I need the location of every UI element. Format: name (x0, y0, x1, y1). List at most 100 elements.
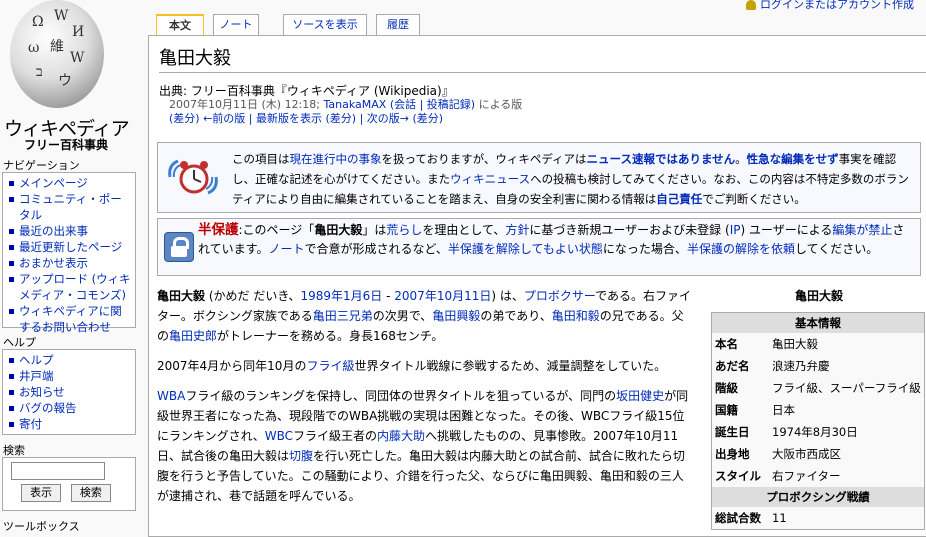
notice-text: に基づき新規ユーザーおよび未登録 ( (529, 223, 730, 237)
kameda-shiro-link[interactable]: 亀田史郎 (169, 329, 217, 343)
sidebar-item-recent-changes[interactable]: 最近更新したページ (7, 239, 131, 255)
infobox-value: 亀田大毅 (772, 337, 818, 351)
infobox-section-header: 基本情報 (712, 313, 924, 333)
puzzle-globe-icon: Ω W И ω 維 W ב ウ (10, 0, 104, 108)
revision-suffix: による版 (478, 98, 523, 111)
help-portlet: ヘルプ 井戸端 お知らせ バグの報告 寄付 (2, 349, 136, 435)
birth-date-link[interactable]: 1989年1月6日 (301, 289, 383, 303)
infobox-key: 本名 (715, 337, 738, 351)
sidebar-item-village-pump[interactable]: 井戸端 (7, 368, 131, 384)
notice-text: でご判断ください。 (702, 192, 806, 206)
protected-page-name: 亀田大毅 (314, 223, 363, 237)
policy-link[interactable]: 方針 (505, 223, 529, 237)
sidebar-item-upload[interactable]: アップロード (ウィキメディア・コモンズ) (7, 271, 131, 303)
weight-class-link[interactable]: フライ級、スーパーフライ級 (772, 377, 924, 399)
infobox-row: 本名 亀田大毅 (712, 333, 924, 355)
sakata-link[interactable]: 坂田健史 (616, 389, 664, 403)
nav-heading: ナビゲーション (3, 159, 80, 172)
seppuku-link[interactable]: 切腹 (289, 449, 313, 463)
infobox-row: 国籍 日本 (712, 399, 924, 421)
nationality-link[interactable]: 日本 (772, 399, 924, 421)
infobox-value: 浪速乃弁慶 (772, 359, 830, 373)
notice-text: になった場合、 (602, 242, 687, 256)
infobox-section-header: プロボクシング戦績 (712, 487, 924, 507)
birthday-link[interactable]: 1974年8月30日 (772, 421, 924, 443)
login-link-text[interactable]: ログインまたはアカウント作成 (760, 0, 914, 11)
death-date-link[interactable]: 2007年10月11日 (394, 289, 491, 303)
body-text: フライ級のランキングを保持し、同団体の世界タイトルを狙っているが、同門の (185, 389, 617, 403)
not-news-link[interactable]: ニュース速報ではありません (587, 152, 736, 166)
revision-nav[interactable]: (差分) ←前の版 | 最新版を表示 (差分) | 次の版→ (差分) (169, 110, 443, 126)
sidebar-item-bug-report[interactable]: バグの報告 (7, 400, 131, 416)
protection-text: 半保護:このページ「亀田大毅」は荒らしを理由として、方針に基づき新規ユーザーおよ… (198, 221, 916, 259)
article-paragraph: WBAフライ級のランキングを保持し、同団体の世界タイトルを狙っているが、同門の坂… (157, 386, 693, 506)
no-hasty-edit-link[interactable]: 性急な編集をせず (747, 152, 839, 166)
nav-portlet: メインページ コミュニティ・ポータル 最近の出来事 最近更新したページ おまかせ… (2, 172, 136, 334)
unprotect-condition-link[interactable]: 半保護を解除してもよい状態 (448, 242, 603, 256)
kameda-brothers-link[interactable]: 亀田三兄弟 (313, 309, 373, 323)
infobox-key: 総試合数 (715, 511, 761, 525)
sidebar-item-donate[interactable]: 寄付 (7, 416, 131, 432)
own-risk-link[interactable]: 自己責任 (656, 192, 702, 206)
lock-icon (164, 232, 194, 262)
edit-ban-link[interactable]: 編集が禁止 (832, 223, 892, 237)
login-link[interactable]: ログインまたはアカウント作成 (746, 0, 914, 12)
notice-text: 」は (362, 223, 387, 237)
body-text: ) は、 (491, 289, 524, 303)
current-event-notice: この項目は現在進行中の事象を扱っておりますが、ウィキペディアはニュース速報ではあ… (157, 142, 921, 213)
current-event-link[interactable]: 現在進行中の事象 (290, 152, 382, 166)
sidebar-item-community[interactable]: コミュニティ・ポータル (7, 191, 131, 223)
tab-article[interactable]: 本文 (156, 14, 204, 35)
user-icon (746, 0, 756, 10)
sidebar-item-random[interactable]: おまかせ表示 (7, 255, 131, 271)
search-heading: 検索 (3, 444, 25, 457)
body-text: - (382, 289, 395, 303)
page-title: 亀田大毅 (159, 48, 231, 69)
tab-history[interactable]: 履歴 (376, 14, 420, 35)
infobox-key: あだ名 (715, 359, 750, 373)
ip-link[interactable]: IP (730, 223, 741, 237)
vandalism-link[interactable]: 荒らし (386, 223, 422, 237)
notice-text: 。 (735, 152, 747, 166)
search-button[interactable]: 検索 (70, 484, 111, 502)
body-text: フライ級王者の (293, 429, 378, 443)
body-text: の弟であり、 (480, 309, 552, 323)
wikinews-link[interactable]: ウィキニュース (450, 172, 530, 186)
birthplace-link[interactable]: 大阪市西成区 (772, 443, 924, 465)
kameda-koki-link[interactable]: 亀田興毅 (432, 309, 480, 323)
sidebar-item-contact[interactable]: ウィキペディアに関するお問い合わせ (7, 303, 131, 335)
infobox-row: 総試合数 11 (712, 507, 924, 529)
talk-link[interactable]: ノート (268, 242, 304, 256)
unprotect-request-link[interactable]: 半保護の解除を依頼 (687, 242, 795, 256)
infobox-key: 国籍 (715, 403, 738, 417)
flyweight-link[interactable]: フライ級 (306, 359, 354, 373)
go-button[interactable]: 表示 (21, 484, 61, 502)
sidebar-item-announcements[interactable]: お知らせ (7, 384, 131, 400)
tab-view-source[interactable]: ソースを表示 (283, 14, 367, 35)
sidebar-item-main-page[interactable]: メインページ (7, 175, 131, 191)
site-logo[interactable]: Ω W И ω 維 W ב ウ ウィキペディア フリー百科事典 (0, 0, 150, 160)
infobox-table: 基本情報 本名 亀田大毅 あだ名 浪速乃弁慶 階級 フライ級、スーパーフライ級 国籍 日… (711, 312, 925, 530)
wbc-link[interactable]: WBC (265, 429, 293, 443)
infobox-value: 11 (772, 511, 787, 525)
body-text: (かめだ だいき、 (205, 289, 301, 303)
notice-text: ) ユーザーによる (740, 223, 833, 237)
content-area: 亀田大毅 出典: フリー百科事典『ウィキペディア (Wikipedia)』 20… (148, 35, 926, 537)
sidebar-item-current-events[interactable]: 最近の出来事 (7, 223, 131, 239)
infobox-row: 階級 フライ級、スーパーフライ級 (712, 377, 924, 399)
body-text: 世界タイトル戦線に参戦するため、減量調整をしていた。 (354, 359, 667, 373)
sidebar-item-help[interactable]: ヘルプ (7, 352, 131, 368)
naito-link[interactable]: 内藤大助 (377, 429, 425, 443)
site-tagline: フリー百科事典 (24, 138, 109, 152)
notice-text: で合意が形成されるなど、 (304, 242, 448, 256)
tab-talk[interactable]: ノート (213, 14, 259, 35)
search-input[interactable] (11, 462, 105, 480)
wba-link[interactable]: WBA (157, 389, 185, 403)
notice-text: してください。 (794, 242, 879, 256)
kameda-tomoki-link[interactable]: 亀田和毅 (552, 309, 600, 323)
infobox-row: スタイル 右ファイター (712, 465, 924, 487)
infobox-key: 出身地 (715, 447, 750, 461)
title-divider (159, 72, 926, 73)
pro-boxer-link[interactable]: プロボクサー (524, 289, 595, 303)
body-text: の次男で、 (372, 309, 433, 323)
